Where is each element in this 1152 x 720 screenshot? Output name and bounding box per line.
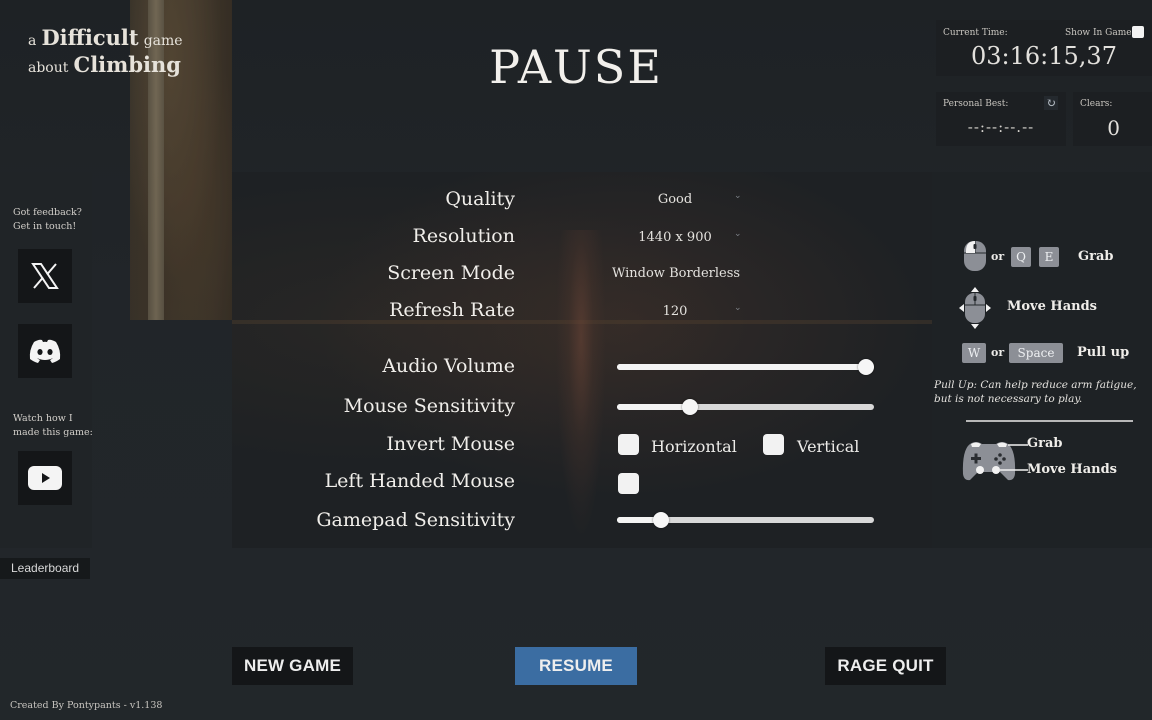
show-in-game-label: Show In Game bbox=[1065, 28, 1132, 38]
youtube-button[interactable] bbox=[18, 451, 72, 505]
left-handed-mouse-label: Left Handed Mouse bbox=[324, 470, 515, 492]
invert-vertical-label: Vertical bbox=[797, 437, 860, 456]
resume-button[interactable]: RESUME bbox=[515, 647, 637, 685]
invert-mouse-label: Invert Mouse bbox=[386, 433, 515, 455]
background-climber bbox=[556, 230, 606, 540]
current-time-label: Current Time: bbox=[943, 28, 1008, 38]
personal-best-value: --:--:--.-- bbox=[967, 118, 1035, 136]
current-time-value: 03:16:15,37 bbox=[971, 42, 1117, 70]
current-time-panel: Current Time: Show In Game 03:16:15,37 bbox=[936, 20, 1152, 76]
audio-volume-label: Audio Volume bbox=[382, 355, 515, 377]
left-handed-mouse-checkbox[interactable] bbox=[618, 473, 639, 494]
gamepad-move-hands-label: Move Hands bbox=[1027, 462, 1117, 477]
quality-dropdown[interactable]: Good ⌄ bbox=[612, 188, 742, 212]
personal-best-label: Personal Best: bbox=[943, 99, 1009, 109]
x-twitter-button[interactable] bbox=[18, 249, 72, 303]
resolution-label: Resolution bbox=[412, 225, 515, 247]
gamepad-grab-label: Grab bbox=[1027, 436, 1063, 451]
pull-up-label: Pull up bbox=[1077, 345, 1130, 360]
slider-thumb[interactable] bbox=[858, 359, 874, 375]
leaderboard-button[interactable]: Leaderboard bbox=[0, 558, 90, 579]
watch-text-line-1: Watch how I bbox=[13, 413, 73, 424]
rage-quit-button[interactable]: RAGE QUIT bbox=[825, 647, 946, 685]
refresh-rate-value: 120 bbox=[662, 304, 688, 319]
clears-value: 0 bbox=[1107, 116, 1120, 140]
mouse-move-icon bbox=[959, 287, 991, 329]
key-e: E bbox=[1039, 247, 1059, 267]
clears-panel: Clears: 0 bbox=[1073, 92, 1152, 146]
screen-mode-value: Window Borderless bbox=[612, 266, 741, 281]
youtube-logo-icon bbox=[28, 466, 62, 490]
screen-mode-dropdown[interactable]: Window Borderless ⌄ bbox=[612, 262, 742, 286]
watch-text: Watch how I made this game: bbox=[13, 412, 93, 440]
discord-button[interactable] bbox=[18, 324, 72, 378]
pull-or-text: or bbox=[991, 346, 1005, 359]
slider-thumb[interactable] bbox=[653, 512, 670, 528]
move-hands-label: Move Hands bbox=[1007, 299, 1097, 314]
resolution-dropdown[interactable]: 1440 x 900 ⌄ bbox=[612, 226, 742, 250]
personal-best-panel: Personal Best: ↻ --:--:--.-- bbox=[936, 92, 1066, 146]
x-logo-icon bbox=[31, 263, 59, 289]
chevron-down-icon: ⌄ bbox=[734, 303, 742, 313]
refresh-rate-label: Refresh Rate bbox=[389, 299, 515, 321]
controls-divider bbox=[966, 420, 1133, 422]
slider-fill bbox=[617, 364, 866, 370]
invert-horizontal-checkbox[interactable] bbox=[618, 434, 639, 455]
reset-personal-best-button[interactable]: ↻ bbox=[1044, 96, 1058, 110]
pull-up-note-line-1: Pull Up: Can help reduce arm fatigue, bbox=[934, 379, 1137, 391]
grab-or-text: or bbox=[991, 250, 1005, 263]
chevron-down-icon: ⌄ bbox=[734, 191, 742, 201]
show-in-game-checkbox[interactable] bbox=[1132, 26, 1144, 38]
screen-mode-label: Screen Mode bbox=[387, 262, 515, 284]
audio-volume-slider[interactable] bbox=[617, 357, 874, 377]
gamepad-icon bbox=[962, 442, 1028, 481]
invert-vertical-checkbox[interactable] bbox=[763, 434, 784, 455]
key-space: Space bbox=[1009, 343, 1063, 363]
discord-logo-icon bbox=[29, 339, 61, 363]
slider-fill bbox=[617, 404, 691, 410]
key-w: W bbox=[962, 343, 986, 363]
gamepad-sensitivity-slider[interactable] bbox=[617, 510, 874, 530]
feedback-text-line-1: Got feedback? bbox=[13, 207, 82, 218]
credit-text: Created By Pontypants - v1.138 bbox=[10, 700, 163, 711]
refresh-icon: ↻ bbox=[1045, 96, 1057, 110]
invert-horizontal-label: Horizontal bbox=[651, 437, 737, 456]
quality-value: Good bbox=[657, 192, 693, 207]
chevron-down-icon: ⌄ bbox=[734, 265, 742, 275]
clears-label: Clears: bbox=[1080, 99, 1113, 109]
grab-label: Grab bbox=[1078, 249, 1114, 264]
watch-text-line-2: made this game: bbox=[13, 427, 93, 438]
mouse-left-click-icon bbox=[964, 241, 986, 271]
chevron-down-icon: ⌄ bbox=[734, 229, 742, 239]
quality-label: Quality bbox=[445, 188, 515, 210]
gamepad-sensitivity-label: Gamepad Sensitivity bbox=[316, 509, 515, 531]
slider-thumb[interactable] bbox=[682, 399, 699, 415]
pull-up-note-line-2: but is not necessary to play. bbox=[934, 393, 1083, 405]
refresh-rate-dropdown[interactable]: 120 ⌄ bbox=[612, 300, 742, 324]
feedback-text: Got feedback? Get in touch! bbox=[13, 206, 82, 234]
resolution-value: 1440 x 900 bbox=[638, 230, 712, 245]
mouse-sensitivity-slider[interactable] bbox=[617, 397, 874, 417]
new-game-button[interactable]: NEW GAME bbox=[232, 647, 353, 685]
pull-up-note: Pull Up: Can help reduce arm fatigue, bu… bbox=[934, 378, 1137, 406]
key-q: Q bbox=[1011, 247, 1031, 267]
mouse-sensitivity-label: Mouse Sensitivity bbox=[343, 395, 515, 417]
feedback-text-line-2: Get in touch! bbox=[13, 221, 77, 232]
